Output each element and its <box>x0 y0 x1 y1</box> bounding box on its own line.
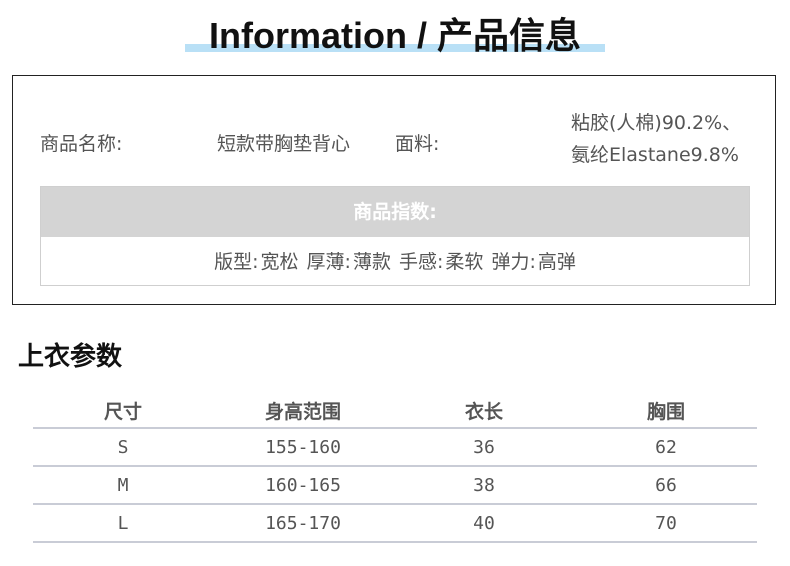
col-header-height: 身高范围 <box>213 393 393 429</box>
size-table: 尺寸 身高范围 衣长 胸围 S 155-160 36 62 M 160-165 … <box>33 393 757 543</box>
size-section-title: 上衣参数 <box>18 342 123 372</box>
table-row: L 165-170 40 70 <box>33 504 757 543</box>
table-row: S 155-160 36 62 <box>33 428 757 467</box>
col-header-length: 衣长 <box>393 393 575 429</box>
page-header: Information / 产品信息 <box>0 14 790 58</box>
fit-label: 版型: <box>214 251 259 273</box>
product-info-box: 商品名称: 短款带胸垫背心 面料: 粘胶(人棉)90.2%、 氨纶Elastan… <box>12 75 776 305</box>
product-name-value: 短款带胸垫背心 <box>217 133 351 155</box>
height-cell: 160-165 <box>213 466 393 505</box>
table-row: M 160-165 38 66 <box>33 466 757 505</box>
bust-cell: 62 <box>575 428 757 467</box>
bust-cell: 66 <box>575 466 757 505</box>
elasticity-label: 弹力: <box>491 251 536 273</box>
elasticity-value: 高弹 <box>537 251 576 273</box>
fit-value: 宽松 <box>260 251 299 273</box>
fabric-value: 粘胶(人棉)90.2%、 氨纶Elastane9.8% <box>571 107 741 171</box>
col-header-bust: 胸围 <box>575 393 757 429</box>
fabric-value-line-2: 氨纶Elastane9.8% <box>571 144 739 166</box>
page-title: Information / 产品信息 <box>209 15 581 56</box>
size-cell: S <box>33 428 213 467</box>
bust-cell: 70 <box>575 504 757 543</box>
length-cell: 36 <box>393 428 575 467</box>
product-name-label: 商品名称: <box>40 133 123 155</box>
feel-value: 柔软 <box>445 251 484 273</box>
product-index-heading: 商品指数: <box>41 187 749 237</box>
fabric-value-line-1: 粘胶(人棉)90.2%、 <box>571 112 742 134</box>
fabric-label: 面料: <box>395 133 440 155</box>
thickness-value: 薄款 <box>352 251 391 273</box>
product-index-row: 版型: 宽松 厚薄: 薄款 手感: 柔软 弹力: 高弹 <box>41 237 749 287</box>
size-cell: M <box>33 466 213 505</box>
height-cell: 165-170 <box>213 504 393 543</box>
size-cell: L <box>33 504 213 543</box>
feel-label: 手感: <box>399 251 444 273</box>
length-cell: 40 <box>393 504 575 543</box>
thickness-label: 厚薄: <box>306 251 351 273</box>
height-cell: 155-160 <box>213 428 393 467</box>
length-cell: 38 <box>393 466 575 505</box>
size-table-header-row: 尺寸 身高范围 衣长 胸围 <box>33 393 757 429</box>
col-header-size: 尺寸 <box>33 393 213 429</box>
product-index-panel: 商品指数: 版型: 宽松 厚薄: 薄款 手感: 柔软 弹力: 高弹 <box>40 186 750 286</box>
